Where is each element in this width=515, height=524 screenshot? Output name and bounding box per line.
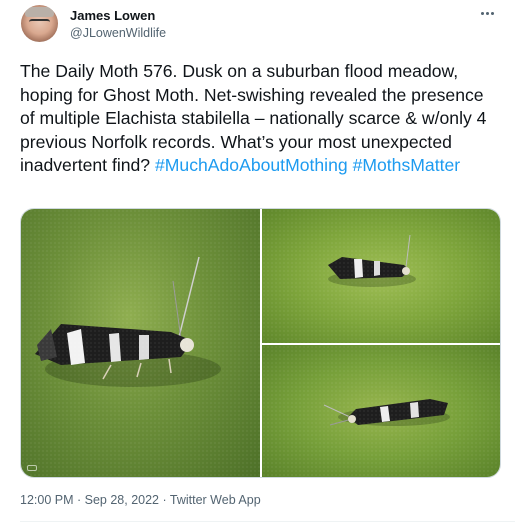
- moth-photo-large[interactable]: [21, 209, 260, 477]
- tweet-date[interactable]: Sep 28, 2022: [85, 493, 159, 507]
- avatar-hair: [25, 7, 54, 17]
- moth-photo-top-right[interactable]: [262, 209, 500, 343]
- media-grid: [20, 208, 501, 478]
- author-handle[interactable]: @JLowenWildlife: [70, 26, 166, 40]
- moth-photo-bottom-right[interactable]: [262, 345, 500, 477]
- tweet-time[interactable]: 12:00 PM: [20, 493, 74, 507]
- watermark: [27, 465, 37, 471]
- avatar-glasses: [29, 19, 50, 25]
- divider: [20, 521, 515, 522]
- moth-top-right-illustration: [328, 234, 416, 287]
- tweet-source: Twitter Web App: [169, 493, 261, 507]
- hashtag-link[interactable]: #MuchAdoAboutMothing: [155, 155, 348, 175]
- moth-large-illustration: [35, 256, 221, 387]
- moth-bottom-right-illustration: [323, 399, 450, 426]
- meta-separator: ·: [73, 493, 85, 507]
- tweet-text: The Daily Moth 576. Dusk on a suburban f…: [20, 60, 500, 178]
- meta-separator: ·: [159, 493, 170, 507]
- more-horizontal-icon[interactable]: [477, 5, 497, 21]
- avatar[interactable]: [21, 5, 58, 42]
- hashtag-link[interactable]: #MothsMatter: [353, 155, 461, 175]
- author-display-name[interactable]: James Lowen: [70, 8, 155, 23]
- tweet-meta: 12:00 PM · Sep 28, 2022 · Twitter Web Ap…: [20, 493, 261, 507]
